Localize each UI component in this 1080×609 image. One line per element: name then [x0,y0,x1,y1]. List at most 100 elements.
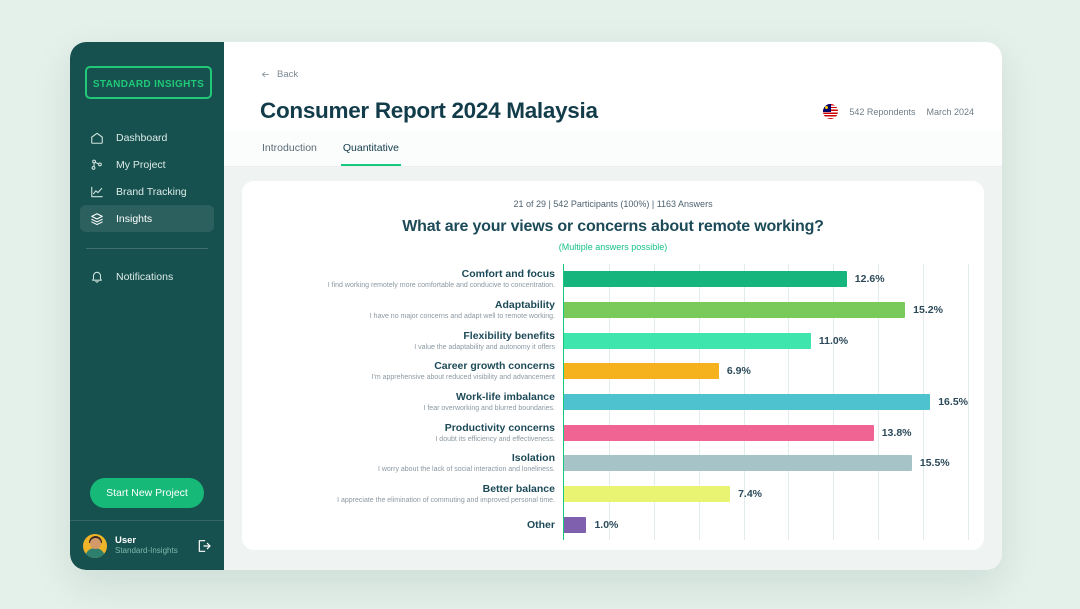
report-period: March 2024 [926,106,974,117]
tab-bar: Introduction Quantitative [224,130,1002,167]
chart-bar-value: 12.6% [854,273,885,286]
user-org: Standard-Insights [115,546,178,556]
chart-bar[interactable] [564,394,931,411]
chart-category-label: Isolation [511,452,555,465]
chart-bar-value: 11.0% [818,334,849,347]
sidebar-item-label: Dashboard [116,131,168,144]
chart-bar-value: 6.9% [726,365,751,378]
project-nodes-icon [89,157,105,173]
question-subtitle: (Multiple answers possible) [558,242,668,252]
layers-icon [89,211,105,227]
chart-bar-row: 7.4% [564,479,968,510]
chart-label-row: Other [258,509,555,540]
chart-bar[interactable] [564,271,847,288]
user-name: User [115,534,137,546]
chart-bar-value: 1.0% [594,518,619,531]
chart-category-sublabel: I fear overworking and blurred boundarie… [423,405,555,413]
chart-bar[interactable] [564,363,719,380]
chart-bar-row: 11.0% [564,325,968,356]
chart-category-sublabel: I find working remotely more comfortable… [327,282,555,290]
sidebar-item-insights[interactable]: Insights [80,205,214,232]
back-label: Back [277,69,299,80]
chart-bar-row: 6.9% [564,356,968,387]
chart-bar-row: 1.0% [564,509,968,540]
sidebar: STANDARD INSIGHTS Dashboard My Project B… [70,42,224,570]
start-new-project-button[interactable]: Start New Project [90,478,204,508]
chart-bar-row: 15.5% [564,448,968,479]
logout-icon[interactable] [196,538,212,554]
chart-bar-value: 16.5% [938,396,968,409]
content-area: 21 of 29 | 542 Participants (100%) | 116… [224,167,1002,570]
chart-label-row: Career growth concerns I'm apprehensive a… [258,356,555,387]
chart-category-sublabel: I have no major concerns and adapt well … [369,313,555,321]
sidebar-item-dashboard[interactable]: Dashboard [80,124,214,151]
respondents-count: 542 Repondents [849,106,916,117]
chart-bars: 12.6% 15.2% 11.0% 6.9% 16.5% 13.8% 15.5% 7.4% 1.… [564,264,968,540]
tab-quantitative[interactable]: Quantitative [340,130,401,166]
chart-bar-value: 15.2% [913,304,943,316]
chart-category-sublabel: I'm apprehensive about reduced visibilit… [371,374,555,382]
question-card: 21 of 29 | 542 Participants (100%) | 116… [242,181,984,550]
app-logo: STANDARD INSIGHTS [85,66,212,99]
chart-bar-value: 7.4% [738,488,763,501]
user-meta: User Standard-Insights [115,535,188,557]
chart-category-label: Productivity concerns [444,421,555,434]
question-meta: 21 of 29 | 542 Participants (100%) | 116… [513,199,713,209]
chart-bar[interactable] [564,455,912,472]
chart-category-sublabel: I doubt its efficiency and effectiveness… [435,435,555,443]
chart-bar-row: 15.2% [564,295,968,326]
chart-category-label: Flexibility benefits [463,329,555,342]
app-window: STANDARD INSIGHTS Dashboard My Project B… [70,42,1002,570]
topbar: Back Consumer Report 2024 Malaysia 542 R… [224,42,1002,130]
title-row: Consumer Report 2024 Malaysia 542 Repond… [260,98,974,130]
sidebar-divider [86,248,208,249]
tab-introduction[interactable]: Introduction [260,130,319,166]
chart-category-sublabel: I worry about the lack of social interac… [377,466,555,474]
start-new-project-wrap: Start New Project [70,478,224,508]
question-title: What are your views or concerns about re… [402,218,824,235]
sidebar-item-label: Notifications [116,270,174,283]
chart-plot-area: 12.6% 15.2% 11.0% 6.9% 16.5% 13.8% 15.5% 7.4% 1.… [563,264,969,540]
avatar [83,533,107,558]
page-title: Consumer Report 2024 Malaysia [260,98,598,123]
report-meta: 542 Repondents March 2024 [823,104,974,124]
chart-bar-row: 13.8% [564,417,968,448]
chart-category-sublabel: I appreciate the elimination of commutin… [337,497,555,505]
chart-bar[interactable] [564,486,731,503]
chart-category-label: Comfort and focus [461,268,555,281]
chart-category-sublabel: I value the adaptability and autonomy it… [414,343,555,351]
sidebar-item-label: Insights [116,212,153,225]
back-button[interactable]: Back [260,69,298,80]
chart-label-row: Productivity concerns I doubt its efficie… [258,417,555,448]
chart-bar-value: 15.5% [919,457,950,470]
chart-bar-row: 16.5% [564,387,968,418]
main-panel: Back Consumer Report 2024 Malaysia 542 R… [224,42,1002,570]
sidebar-nav: Dashboard My Project Brand Tracking Insi… [70,124,224,290]
chart-label-row: Work-life imbalance I fear overworking an… [258,387,555,418]
home-icon [89,130,105,146]
chart-category-labels: Comfort and focus I find working remotely… [258,264,563,540]
line-chart-icon [89,184,105,200]
sidebar-item-label: My Project [116,158,166,171]
chart-label-row: Better balance I appreciate the eliminati… [258,479,555,510]
chart-bar[interactable] [564,516,587,533]
chart-bar[interactable] [564,302,906,318]
chart-label-row: Adaptability I have no major concerns and… [258,295,555,326]
malaysia-flag-icon [823,104,839,119]
sidebar-item-my-project[interactable]: My Project [80,151,214,178]
user-bar[interactable]: User Standard-Insights [70,520,224,570]
chart-bar[interactable] [564,424,874,441]
chart-bar-value: 13.8% [881,426,912,439]
sidebar-item-brand-tracking[interactable]: Brand Tracking [80,178,214,205]
sidebar-item-label: Brand Tracking [116,185,187,198]
bell-icon [89,269,105,285]
app-logo-text: STANDARD INSIGHTS [92,79,205,90]
sidebar-item-notifications[interactable]: Notifications [80,263,214,290]
chart-label-row: Comfort and focus I find working remotely… [258,264,555,295]
chart-bar[interactable] [564,332,811,349]
chart-category-label: Adaptability [494,298,555,311]
chart-label-row: Isolation I worry about the lack of socia… [258,448,555,479]
arrow-left-icon [262,71,269,78]
chart-category-label: Better balance [482,482,555,495]
bar-chart: Comfort and focus I find working remotely… [258,264,969,540]
